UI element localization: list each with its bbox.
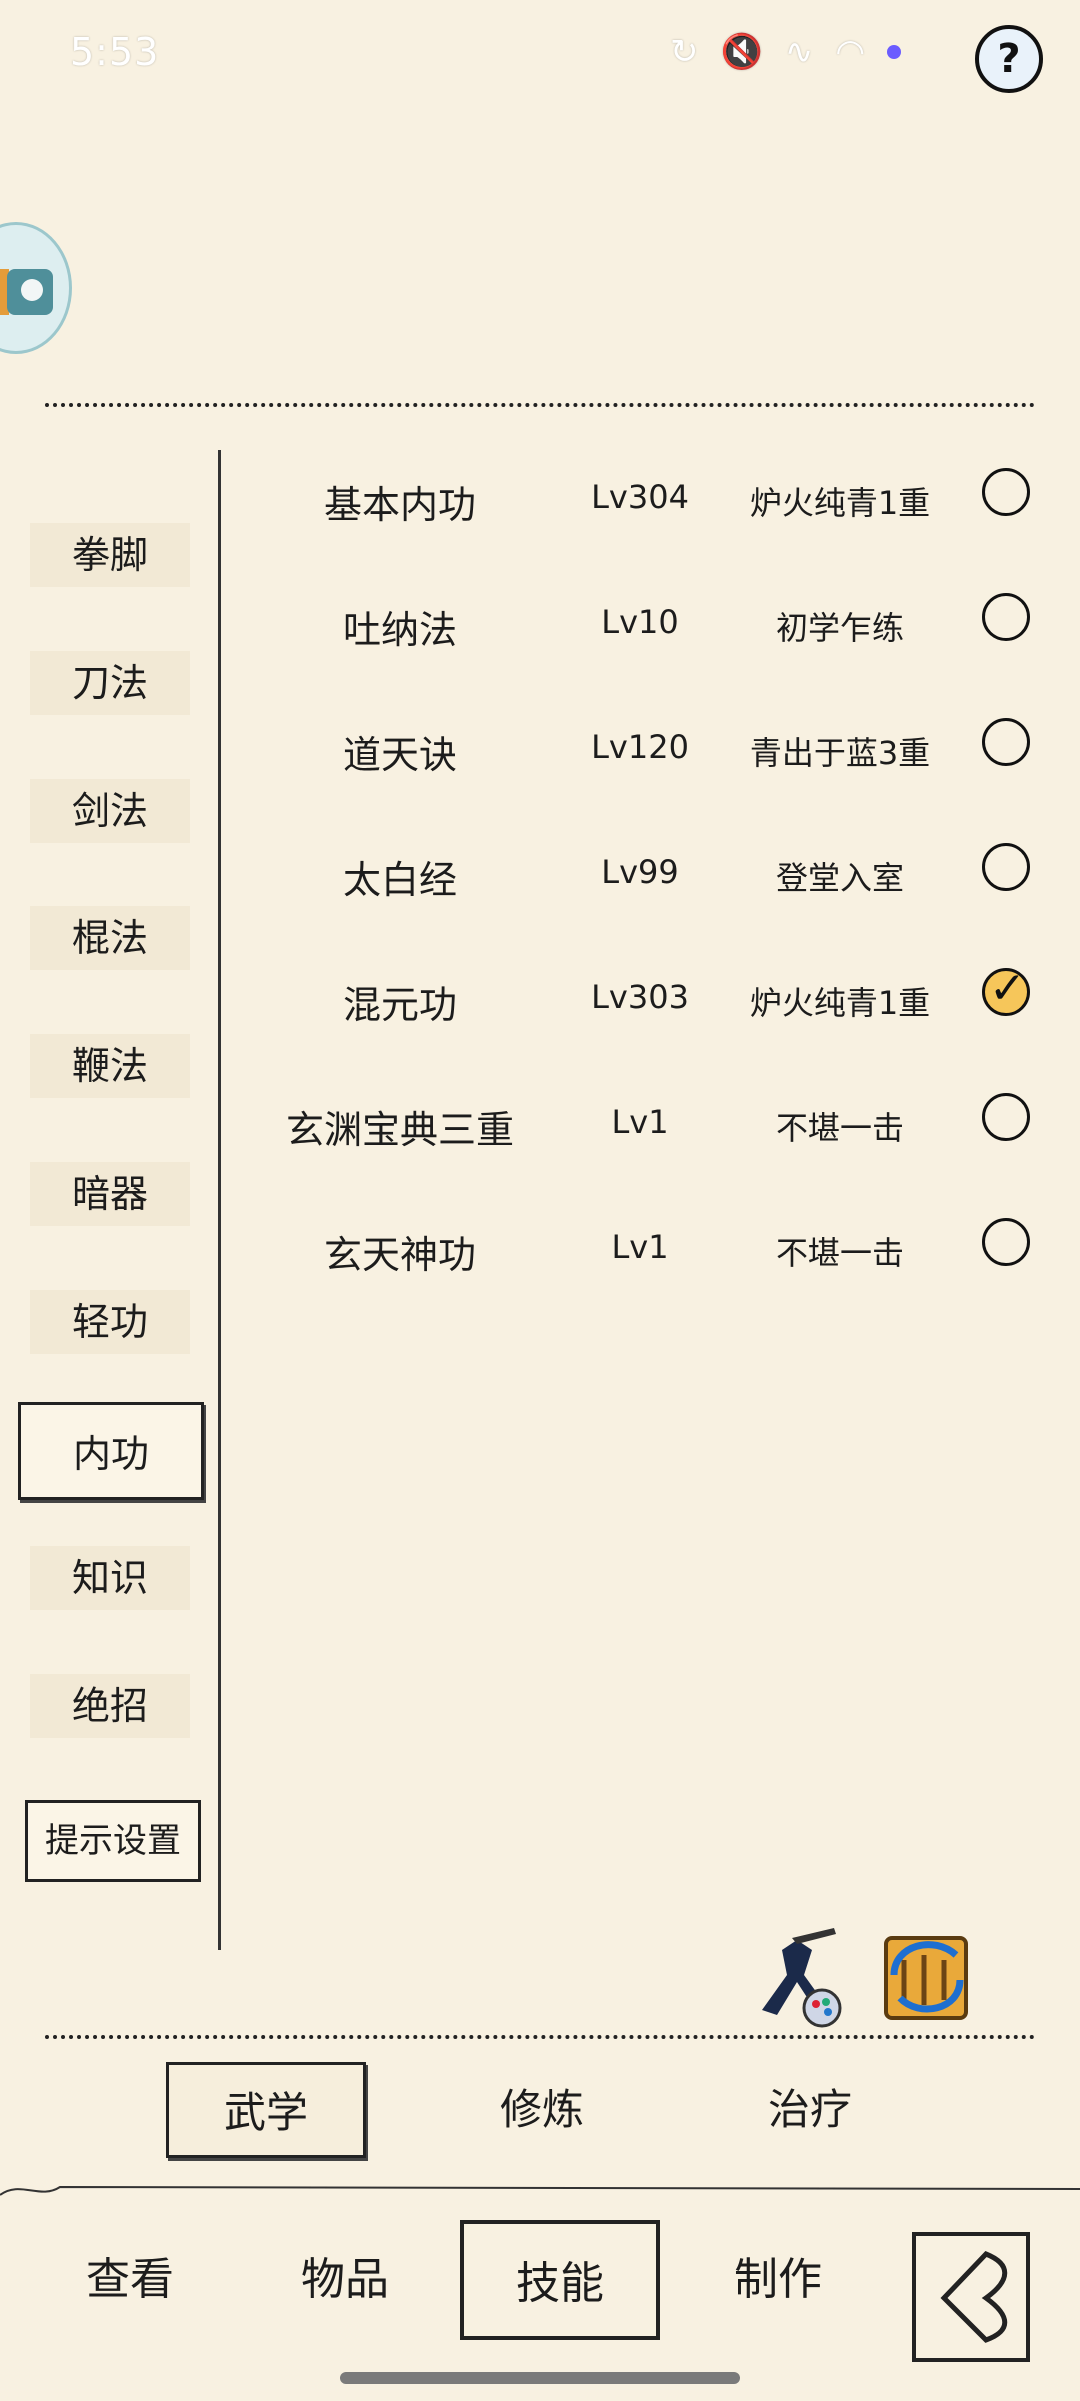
sub-tab-1[interactable]: 修炼 [442,2062,642,2158]
sidebar-item-4[interactable]: 鞭法 [30,1034,190,1098]
sidebar-divider [218,450,221,1950]
nav-tab-1[interactable]: 物品 [255,2220,435,2340]
question-icon: ? [997,36,1021,82]
skill-realm: 初学乍练 [775,609,904,647]
nav-tab-3[interactable]: 制作 [688,2220,868,2340]
mute-icon: 🔇 [720,32,763,72]
bottom-dotted-divider [45,2035,1035,2039]
nav-tab-0[interactable]: 查看 [40,2220,220,2340]
help-button[interactable]: ? [975,25,1043,93]
status-bar: 5:53 ↻ 🔇 ∿ ◠ ? [0,0,1080,110]
skill-row[interactable]: 吐纳法 Lv10 初学乍练 [240,571,1070,671]
skill-level: Lv303 [591,978,689,1016]
skill-realm: 不堪一击 [775,1109,904,1147]
sidebar-item-0[interactable]: 拳脚 [30,523,190,587]
back-button[interactable] [912,2232,1030,2362]
skill-row[interactable]: 玄渊宝典三重 Lv1 不堪一击 [240,1071,1070,1171]
skill-level: Lv1 [611,1228,669,1266]
skill-level: Lv10 [601,603,679,641]
skill-name: 玄天神功 [323,1233,476,1277]
sub-tab-2[interactable]: 治疗 [710,2062,910,2158]
home-indicator[interactable] [340,2372,740,2384]
skill-row[interactable]: 玄天神功 Lv1 不堪一击 [240,1196,1070,1296]
sidebar-item-5[interactable]: 暗器 [30,1162,190,1226]
top-dotted-divider [45,403,1035,407]
skill-level: Lv99 [601,853,679,891]
skill-realm: 炉火纯青1重 [749,484,931,522]
equip-radio[interactable]: ✓ [982,963,1030,1016]
brush-divider [0,2185,1080,2196]
floating-app-badge[interactable] [0,222,72,354]
skill-level: Lv304 [591,478,689,516]
skill-realm: 登堂入室 [775,859,904,897]
skill-name: 基本内功 [323,483,476,527]
sidebar-item-8[interactable]: 知识 [30,1546,190,1610]
skill-realm: 炉火纯青1重 [749,984,931,1022]
skill-row[interactable]: 道天诀 Lv120 青出于蓝3重 [240,696,1070,796]
skill-row[interactable]: 混元功 Lv303 炉火纯青1重 ✓ [240,946,1070,1046]
sidebar-item-7[interactable]: 内功 [18,1402,204,1500]
skill-row[interactable]: 太白经 Lv99 登堂入室 [240,821,1070,921]
equip-radio[interactable] [982,1218,1030,1266]
sidebar-item-2[interactable]: 剑法 [30,779,190,843]
tip-settings-button[interactable]: 提示设置 [25,1800,201,1882]
convert-scroll-icon[interactable] [874,1920,984,2030]
wifi-icon: ◠ [835,32,866,72]
skill-realm: 不堪一击 [775,1234,904,1272]
equip-radio[interactable] [982,593,1030,641]
skill-realm: 青出于蓝3重 [749,734,931,772]
skill-level: Lv1 [611,1103,669,1141]
sidebar-item-3[interactable]: 棍法 [30,906,190,970]
skill-row[interactable]: 基本内功 Lv304 炉火纯青1重 [240,446,1070,546]
check-icon: ✓ [989,963,1026,1014]
equip-radio[interactable] [982,1093,1030,1141]
skill-name: 玄渊宝典三重 [285,1108,514,1152]
equip-radio[interactable] [982,843,1030,891]
badge-icon-hole [21,279,43,301]
skill-name: 混元功 [342,983,457,1027]
martial-artist-icon[interactable] [742,1920,852,2030]
signal-icon: ∿ [784,32,814,72]
sidebar-item-9[interactable]: 绝招 [30,1674,190,1738]
equip-radio[interactable] [982,718,1030,766]
skill-name: 道天诀 [342,733,457,777]
sidebar-item-6[interactable]: 轻功 [30,1290,190,1354]
status-time: 5:53 [70,30,160,74]
skill-level: Lv120 [591,728,689,766]
sync-icon: ↻ [670,32,699,72]
back-arrow-icon [940,2251,1008,2343]
equip-radio[interactable] [982,468,1030,516]
nav-tab-2[interactable]: 技能 [460,2220,660,2340]
dot-indicator [887,45,902,59]
status-icons: ↻ 🔇 ∿ ◠ [670,32,902,72]
skill-name: 吐纳法 [342,608,457,652]
sub-tab-0[interactable]: 武学 [166,2062,366,2158]
skill-name: 太白经 [342,858,457,902]
sidebar-item-1[interactable]: 刀法 [30,651,190,715]
